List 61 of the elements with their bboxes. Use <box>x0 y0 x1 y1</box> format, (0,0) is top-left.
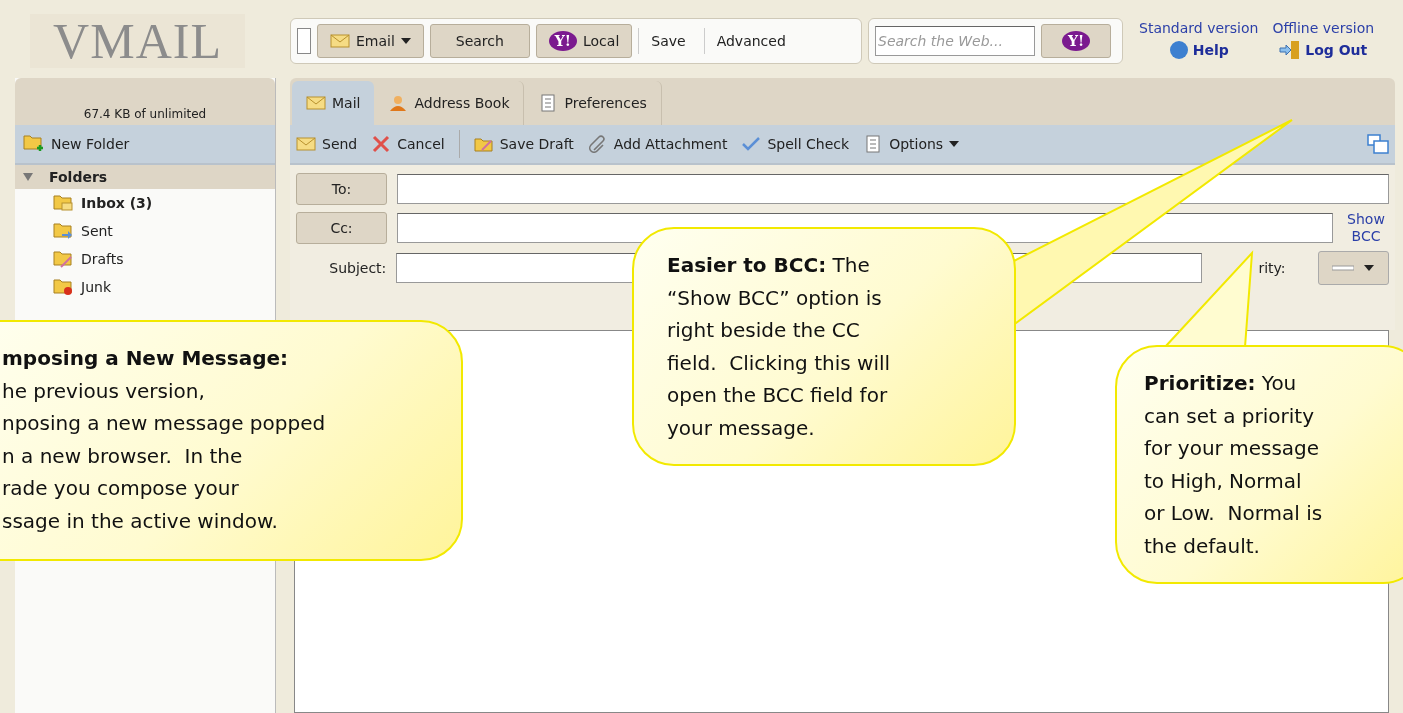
person-icon <box>388 94 409 112</box>
new-folder-button[interactable]: New Folder <box>15 125 275 165</box>
folder-item[interactable]: Drafts <box>15 245 275 273</box>
folder-icon <box>53 250 75 268</box>
dash-icon <box>1332 264 1355 271</box>
checkmark-icon <box>741 135 762 153</box>
show-bcc-link[interactable]: Show BCC <box>1343 211 1389 245</box>
toolbar-button[interactable]: Spell Check <box>741 135 850 153</box>
door-icon <box>1279 40 1302 60</box>
folder-pencil-icon <box>473 135 494 153</box>
storage-usage: 67.4 KB of unlimited <box>83 107 207 121</box>
subject-label: Subject: <box>328 259 387 276</box>
folders-header[interactable]: Folders <box>15 165 275 189</box>
caret-icon <box>1364 264 1375 271</box>
callout-text: n a new browser. In the <box>2 442 244 470</box>
toolbar-button[interactable]: Options <box>863 135 960 153</box>
folder-icon <box>53 194 75 212</box>
callout-text: nposing a new message popped <box>2 410 327 437</box>
callout-text: he previous version, <box>2 377 206 405</box>
toolbar-button[interactable]: Save Draft <box>473 135 574 153</box>
envelope-icon <box>296 135 316 153</box>
to-field[interactable] <box>397 174 1389 204</box>
help-link[interactable]: Help <box>1168 40 1229 60</box>
local-button[interactable]: Y! Local <box>535 24 633 58</box>
priority-label: rity: <box>1258 259 1286 276</box>
paperclip-icon <box>587 135 608 153</box>
caret-icon <box>400 38 411 44</box>
folder-item[interactable]: Inbox (3) <box>15 189 275 217</box>
toolbar-button[interactable]: Add Attachment <box>587 135 728 153</box>
popout-icon[interactable] <box>1367 134 1389 154</box>
toolbar-link[interactable]: Save <box>638 28 698 54</box>
query-field[interactable] <box>297 28 311 54</box>
cross-icon <box>371 135 392 153</box>
version-link[interactable]: Standard version <box>1139 20 1259 36</box>
callout-text: Prioritize: You can set a priority for your message to High, Normal or Low. Normal is the default. <box>1144 370 1324 560</box>
tab[interactable]: Mail <box>292 81 375 125</box>
envelope-icon <box>306 94 326 112</box>
email-dropdown[interactable]: Email <box>317 24 424 58</box>
web-search-button[interactable]: Y! <box>1041 24 1111 58</box>
callout-text: ssage in the active window. <box>2 507 279 535</box>
callout-title: mposing a New Message: <box>2 345 290 372</box>
cc-button[interactable]: Cc: <box>296 211 387 244</box>
version-link[interactable]: Offline version <box>1272 20 1375 36</box>
to-button[interactable]: To: <box>296 173 387 205</box>
vmail-logo: VMAIL <box>30 14 245 68</box>
toolbar-button[interactable]: Cancel <box>371 135 445 153</box>
callout-text: Easier to BCC: The “Show BCC” option is right beside the CC field. Clicking this will open the BCC field for your message. <box>667 252 892 442</box>
search-field[interactable]: Search the Web... <box>875 26 1035 56</box>
toolbar-link[interactable]: Advanced <box>703 28 798 54</box>
folders-title: Folders <box>49 169 108 185</box>
folder-item[interactable]: Junk <box>15 273 275 301</box>
folder-item[interactable]: Sent <box>15 217 275 245</box>
toolbar-button[interactable]: Send <box>296 135 358 153</box>
search-button[interactable]: Search <box>429 24 530 58</box>
folder-icon <box>53 278 75 296</box>
logout-link[interactable]: Log Out <box>1279 40 1368 60</box>
folder-icon <box>53 222 75 240</box>
callout-text: rade you compose your <box>2 475 240 502</box>
folder-plus-icon <box>23 134 45 154</box>
priority-select[interactable] <box>1317 250 1389 285</box>
envelope-icon <box>330 32 350 50</box>
